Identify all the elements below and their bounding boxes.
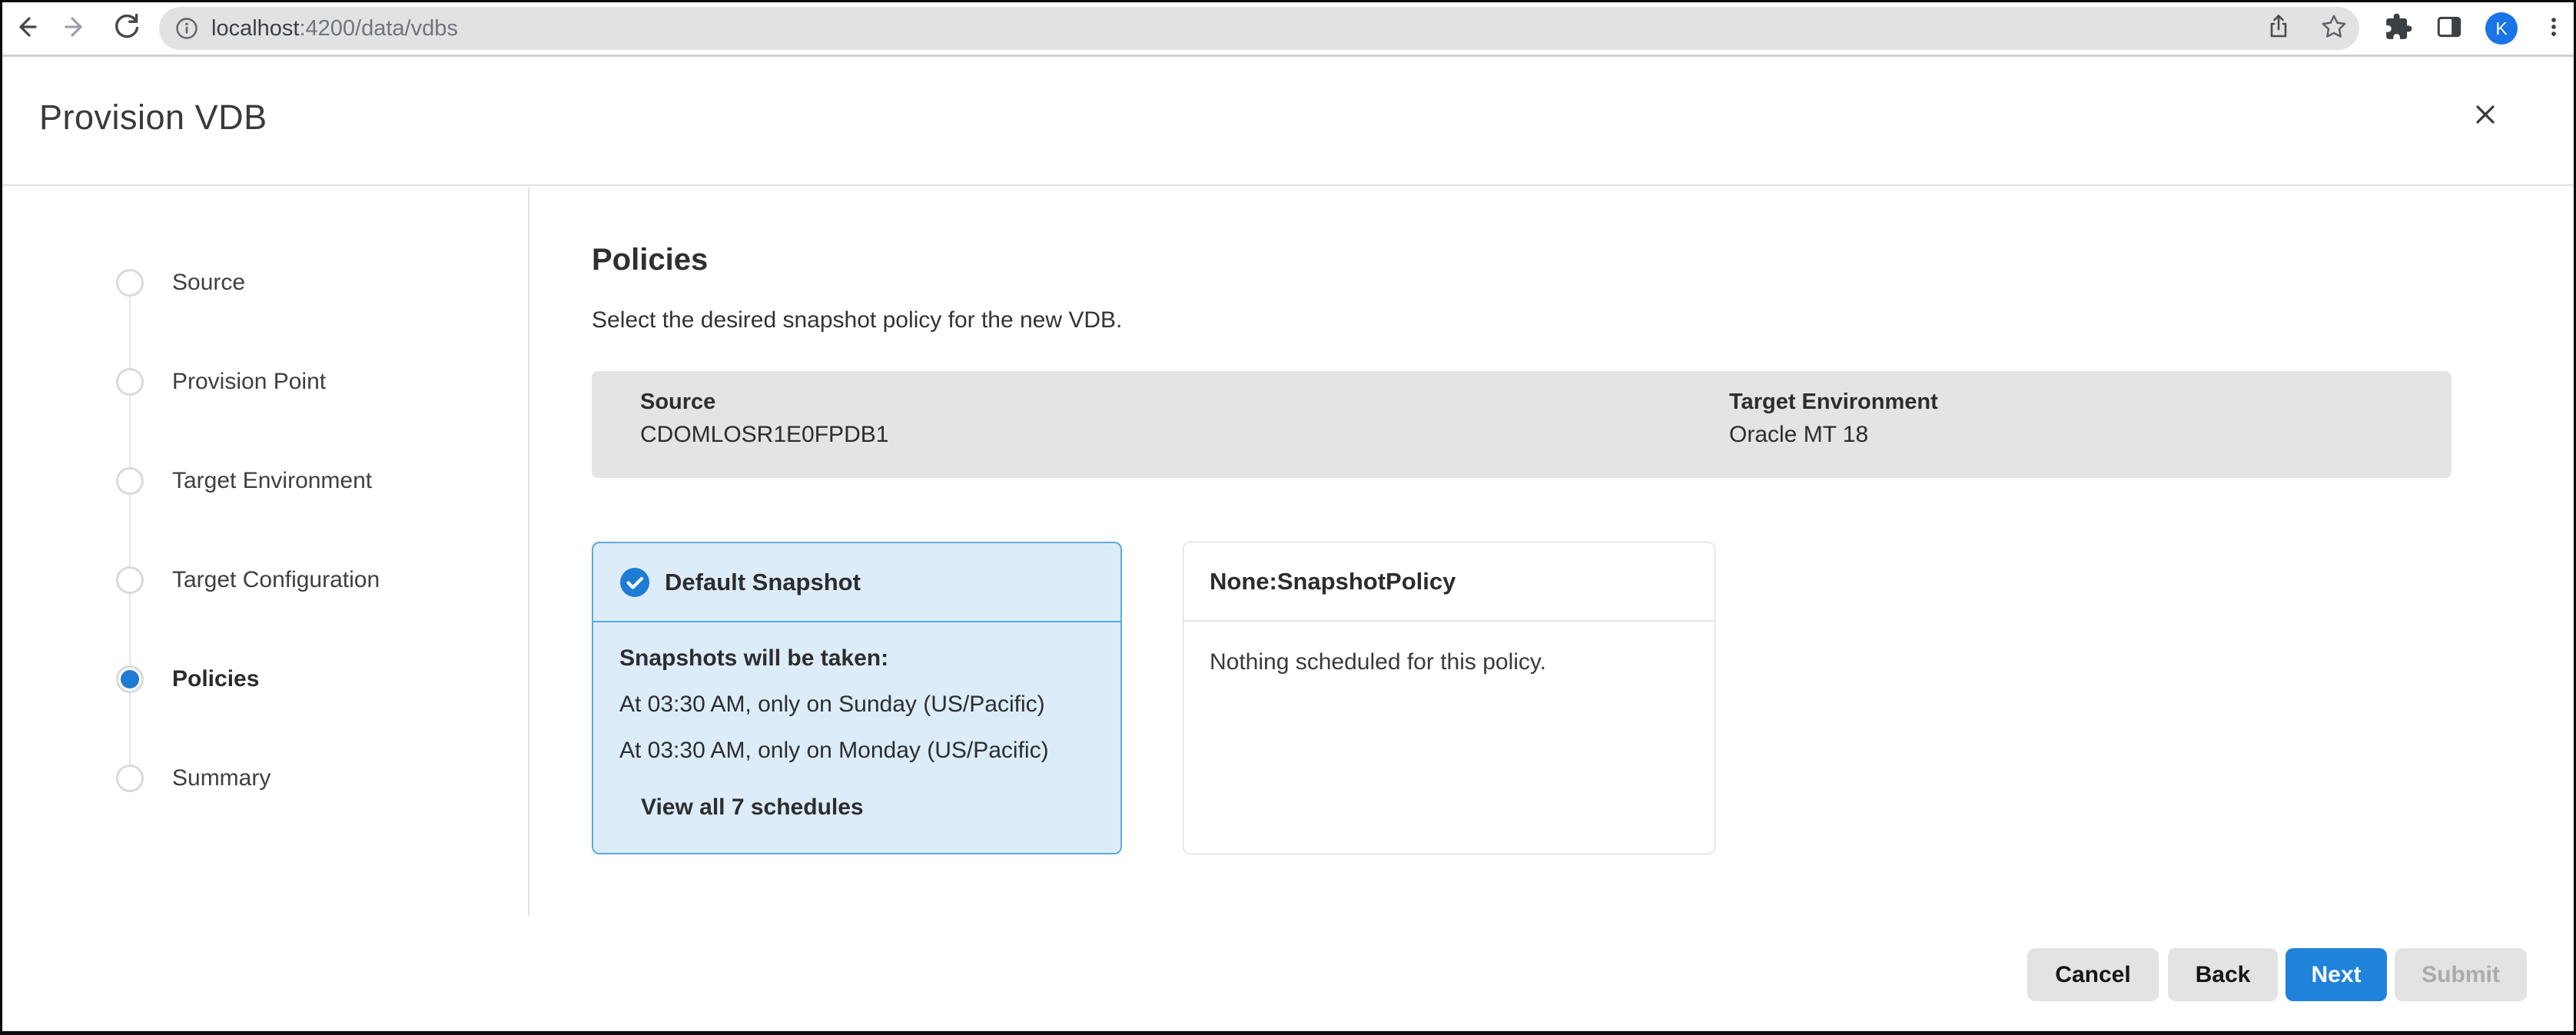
reload-icon xyxy=(110,10,144,48)
side-panel-button[interactable] xyxy=(2435,12,2464,45)
page-title: Provision VDB xyxy=(39,98,267,138)
context-summary-bar: Source CDOMLOSR1E0FPDB1 Target Environme… xyxy=(592,371,2452,478)
step-circle-icon xyxy=(116,566,144,594)
forward-arrow-icon xyxy=(58,10,92,48)
browser-reload-button[interactable] xyxy=(110,12,144,45)
browser-forward-button[interactable] xyxy=(58,12,92,45)
schedule-heading: Snapshots will be taken: xyxy=(619,645,1094,672)
url-host: localhost xyxy=(211,16,299,41)
target-environment-value: Oracle MT 18 xyxy=(1729,422,1938,448)
stepper-connector-line xyxy=(129,283,131,778)
step-circle-icon xyxy=(116,368,144,396)
source-label: Source xyxy=(640,390,888,415)
stepper-item-provision-point[interactable]: Provision Point xyxy=(116,368,326,396)
schedule-line: At 03:30 AM, only on Monday (US/Pacific) xyxy=(619,738,1094,764)
dialog-header: Provision VDB xyxy=(0,59,2576,186)
sidebar-divider xyxy=(528,187,529,915)
policy-card-title: None:SnapshotPolicy xyxy=(1210,568,1456,595)
stepper-item-source[interactable]: Source xyxy=(116,269,245,297)
source-value: CDOMLOSR1E0FPDB1 xyxy=(640,422,888,448)
next-button[interactable]: Next xyxy=(2286,948,2387,1001)
bookmark-star-button[interactable] xyxy=(2319,12,2349,45)
share-button[interactable] xyxy=(2264,12,2293,45)
stepper-item-policies[interactable]: Policies xyxy=(116,665,259,693)
browser-toolbar: localhost:4200/data/vdbs K xyxy=(0,0,2576,57)
url-text: localhost:4200/data/vdbs xyxy=(211,16,458,41)
section-subtitle: Select the desired snapshot policy for t… xyxy=(592,307,1122,333)
step-label: Summary xyxy=(172,765,271,791)
profile-avatar[interactable]: K xyxy=(2485,12,2518,45)
site-info-icon[interactable] xyxy=(174,16,199,41)
close-button[interactable] xyxy=(2468,99,2502,133)
address-bar[interactable]: localhost:4200/data/vdbs xyxy=(159,7,2359,50)
extensions-button[interactable] xyxy=(2384,12,2413,45)
step-label: Target Environment xyxy=(172,468,372,494)
step-circle-icon xyxy=(116,765,144,792)
step-circle-active-icon xyxy=(116,665,144,693)
policy-card-title: Default Snapshot xyxy=(665,569,861,596)
section-heading: Policies xyxy=(592,243,708,277)
stepper-item-target-environment[interactable]: Target Environment xyxy=(116,467,372,495)
browser-menu-button[interactable] xyxy=(2539,12,2568,45)
wizard-stepper: Source Provision Point Target Environmen… xyxy=(0,187,528,915)
back-arrow-icon xyxy=(9,10,43,48)
back-button[interactable]: Back xyxy=(2168,948,2278,1001)
step-label: Target Configuration xyxy=(172,567,380,593)
submit-button[interactable]: Submit xyxy=(2395,948,2527,1001)
cancel-button[interactable]: Cancel xyxy=(2027,948,2159,1001)
step-circle-icon xyxy=(116,467,144,495)
selected-check-icon xyxy=(619,567,650,598)
stepper-item-target-configuration[interactable]: Target Configuration xyxy=(116,566,380,594)
browser-back-button[interactable] xyxy=(9,12,43,45)
policy-empty-message: Nothing scheduled for this policy. xyxy=(1210,649,1688,675)
url-path: :4200/data/vdbs xyxy=(299,16,457,41)
view-all-schedules-link[interactable]: View all 7 schedules xyxy=(641,794,864,821)
step-label: Source xyxy=(172,270,245,296)
policy-card-none-snapshotpolicy[interactable]: None:SnapshotPolicy Nothing scheduled fo… xyxy=(1183,542,1715,854)
step-circle-icon xyxy=(116,269,144,297)
close-icon xyxy=(2469,98,2501,134)
policies-step-content: Policies Select the desired snapshot pol… xyxy=(592,186,2576,1035)
stepper-item-summary[interactable]: Summary xyxy=(116,765,271,792)
step-label: Provision Point xyxy=(172,369,326,395)
target-environment-label: Target Environment xyxy=(1729,390,1938,415)
schedule-line: At 03:30 AM, only on Sunday (US/Pacific) xyxy=(619,692,1094,718)
policy-card-default-snapshot[interactable]: Default Snapshot Snapshots will be taken… xyxy=(592,542,1122,854)
step-label: Policies xyxy=(172,666,259,692)
